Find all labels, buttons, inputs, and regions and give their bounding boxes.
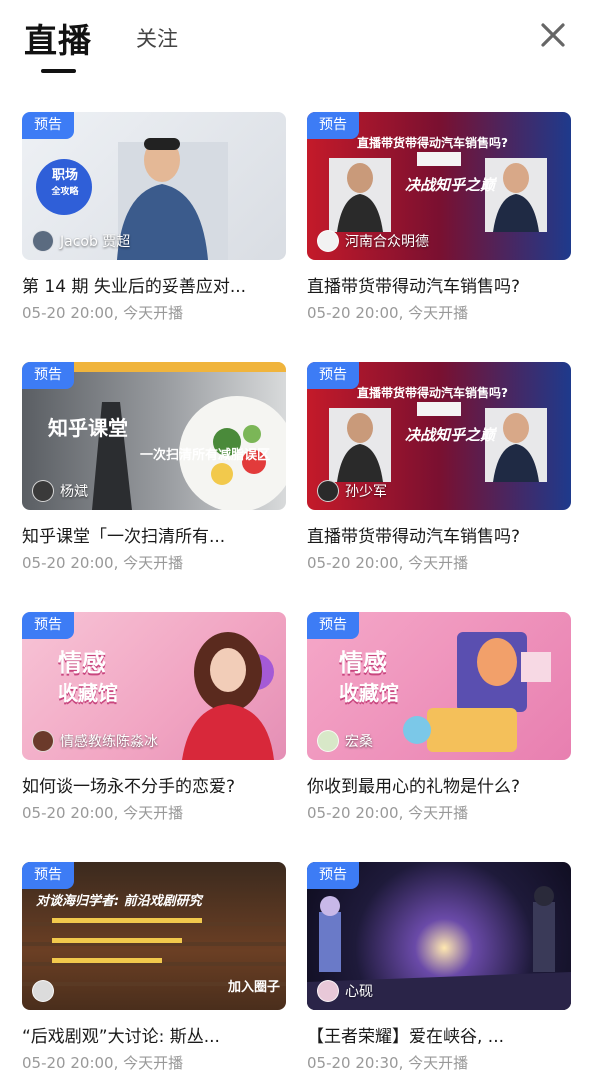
avatar (32, 230, 54, 252)
author-chip: 心砚 (317, 980, 373, 1002)
thumb-slogan: 决战知乎之巅 (405, 176, 496, 194)
preview-badge: 预告 (22, 362, 74, 389)
author-name: 孙少军 (345, 484, 387, 500)
card-title[interactable]: “后戏剧观”大讨论: 斯丛... (22, 1022, 286, 1047)
card-title[interactable]: 【王者荣耀】爱在峡谷, ... (307, 1022, 571, 1047)
thumbnail: 预告 直播带货带得动汽车销售吗? 决战知乎之巅 孙少军 (307, 362, 571, 510)
start-time: 05-20 20:00, 今天开播 (307, 804, 469, 822)
thumb-text-1: 职场 (51, 168, 78, 183)
thumbnail: 预告 心砚 (307, 862, 571, 1010)
live-card[interactable]: 预告 直播带货带得动汽车销售吗? 决战知乎之巅 河南合众明德 直播带货带得动汽车… (307, 112, 571, 332)
live-card[interactable]: 预告 直播带货带得动汽车销售吗? 决战知乎之巅 孙少军 直播带货带得动汽车销售吗… (307, 362, 571, 582)
thumb-headline: 对谈海归学者: 前沿戏剧研究 (36, 894, 202, 909)
thumbnail: 预告 知乎课堂 一次扫清所有减脂误区 杨斌 (22, 362, 286, 510)
thumb-subtitle: 一次扫清所有减脂误区 (140, 448, 271, 463)
author-chip: 孙少军 (317, 480, 387, 502)
avatar (32, 480, 54, 502)
thumbnail: 预告 直播带货带得动汽车销售吗? 决战知乎之巅 河南合众明德 (307, 112, 571, 260)
avatar (317, 230, 339, 252)
avatar (317, 730, 339, 752)
thumb-headline: 直播带货带得动汽车销售吗? (357, 136, 508, 150)
thumb-cta: 加入圈子 (228, 980, 281, 995)
thumb-title: 知乎课堂 (48, 416, 128, 440)
thumb-text-1: 情感 (58, 649, 106, 677)
start-time: 05-20 20:00, 今天开播 (22, 804, 184, 822)
preview-badge: 预告 (22, 862, 74, 889)
live-preview-grid: 预告 职场 全攻略 Jacob 贾超 第 14 期 失业后的妥善应对... 05… (0, 0, 592, 1077)
live-card[interactable]: 预告 职场 全攻略 Jacob 贾超 第 14 期 失业后的妥善应对... 05… (22, 112, 286, 332)
thumbnail: 预告 情感 收藏馆 情感教练陈淼冰 (22, 612, 286, 760)
avatar (32, 980, 54, 1002)
card-title[interactable]: 如何谈一场永不分手的恋爱? (22, 772, 286, 797)
live-card[interactable]: 预告 知乎课堂 一次扫清所有减脂误区 杨斌 知乎课堂「一次扫清所有... 05-… (22, 362, 286, 582)
start-time: 05-20 20:00, 今天开播 (307, 554, 469, 572)
live-card[interactable]: 预告 情感 收藏馆 情感教练陈淼冰 如何谈一场永不分手的恋爱? 05-20 20… (22, 612, 286, 832)
thumb-text-1: 情感 (339, 649, 387, 677)
author-name: 河南合众明德 (345, 234, 429, 250)
author-chip: 宏桑 (317, 730, 373, 752)
thumb-headline: 直播带货带得动汽车销售吗? (357, 386, 508, 400)
start-time: 05-20 20:00, 今天开播 (307, 304, 469, 322)
start-time: 05-20 20:00, 今天开播 (22, 304, 184, 322)
live-card[interactable]: 预告 对谈海归学者: 前沿戏剧研究 加入圈子 “后戏剧观”大讨论: 斯丛... … (22, 862, 286, 1077)
card-title[interactable]: 直播带货带得动汽车销售吗? (307, 272, 571, 297)
author-name: 心砚 (345, 984, 373, 1000)
thumbnail: 预告 对谈海归学者: 前沿戏剧研究 加入圈子 (22, 862, 286, 1010)
preview-badge: 预告 (307, 112, 359, 139)
author-chip: 河南合众明德 (317, 230, 429, 252)
card-title[interactable]: 第 14 期 失业后的妥善应对... (22, 272, 286, 297)
start-time: 05-20 20:00, 今天开播 (22, 1054, 184, 1072)
thumb-text-2: 收藏馆 (58, 681, 118, 705)
author-name: Jacob 贾超 (60, 234, 131, 250)
live-card[interactable]: 预告 心砚 【王者荣耀】爱在峡谷, ... 05-20 20:30, 今天开播 (307, 862, 571, 1077)
author-name: 情感教练陈淼冰 (60, 734, 158, 750)
start-time: 05-20 20:30, 今天开播 (307, 1054, 469, 1072)
thumb-text-2: 收藏馆 (339, 681, 399, 705)
preview-badge: 预告 (22, 612, 74, 639)
author-chip (32, 980, 60, 1002)
start-time: 05-20 20:00, 今天开播 (22, 554, 184, 572)
preview-badge: 预告 (307, 612, 359, 639)
card-title[interactable]: 知乎课堂「一次扫清所有... (22, 522, 286, 547)
thumb-text-2: 全攻略 (51, 187, 79, 197)
thumb-slogan: 决战知乎之巅 (405, 426, 496, 444)
author-name: 宏桑 (345, 734, 373, 750)
thumbnail: 预告 职场 全攻略 Jacob 贾超 (22, 112, 286, 260)
author-chip: Jacob 贾超 (32, 230, 130, 252)
card-title[interactable]: 直播带货带得动汽车销售吗? (307, 522, 571, 547)
avatar (32, 730, 54, 752)
preview-badge: 预告 (307, 862, 359, 889)
live-card[interactable]: 预告 情感 收藏馆 宏桑 你收到最用心的礼物是什么? 05-20 20:00, … (307, 612, 571, 832)
author-name: 杨斌 (60, 484, 88, 500)
preview-badge: 预告 (22, 112, 74, 139)
avatar (317, 980, 339, 1002)
avatar (317, 480, 339, 502)
card-title[interactable]: 你收到最用心的礼物是什么? (307, 772, 571, 797)
author-chip: 杨斌 (32, 480, 88, 502)
thumbnail: 预告 情感 收藏馆 宏桑 (307, 612, 571, 760)
preview-badge: 预告 (307, 362, 359, 389)
author-chip: 情感教练陈淼冰 (32, 730, 158, 752)
